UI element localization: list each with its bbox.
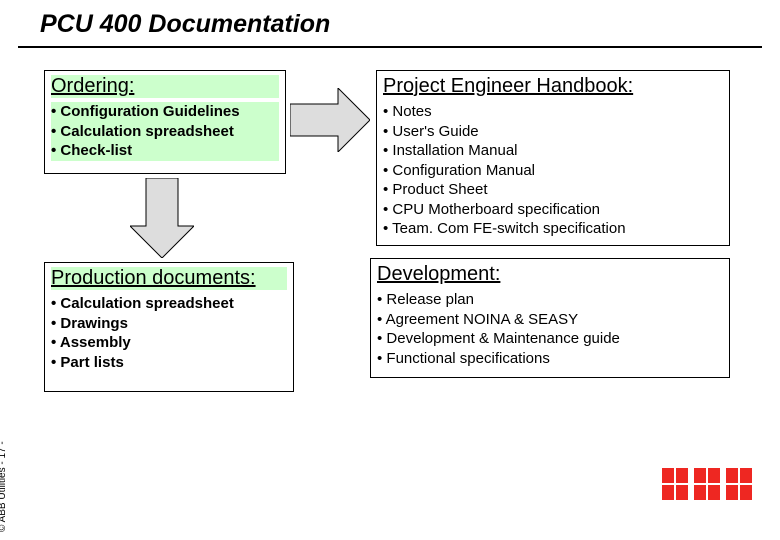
list-item: • CPU Motherboard specification [383, 200, 723, 220]
list-item: • Installation Manual [383, 141, 723, 161]
list-item: • Calculation spreadsheet [51, 294, 287, 314]
list-item: • Check-list [51, 141, 279, 161]
list-item: • Configuration Guidelines [51, 102, 279, 122]
arrow-down-icon [130, 178, 194, 258]
slide-title: PCU 400 Documentation [40, 10, 330, 39]
project-box: Project Engineer Handbook: • Notes • Use… [376, 70, 730, 246]
list-item: • Part lists [51, 353, 287, 373]
production-box: Production documents: • Calculation spre… [44, 262, 294, 392]
list-item: • Release plan [377, 290, 723, 310]
list-item: • Drawings [51, 314, 287, 334]
project-title: Project Engineer Handbook: [383, 75, 723, 98]
list-item: • Development & Maintenance guide [377, 329, 723, 349]
title-underline [18, 46, 762, 48]
arrow-right-icon [290, 88, 370, 152]
list-item: • Functional specifications [377, 349, 723, 369]
list-item: • User's Guide [383, 122, 723, 142]
abb-logo [660, 466, 754, 504]
list-item: • Agreement NOINA & SEASY [377, 310, 723, 330]
ordering-title: Ordering: [51, 75, 279, 98]
list-item: • Product Sheet [383, 180, 723, 200]
ordering-box: Ordering: • Configuration Guidelines • C… [44, 70, 286, 174]
list-item: • Notes [383, 102, 723, 122]
list-item: • Assembly [51, 333, 287, 353]
development-box: Development: • Release plan • Agreement … [370, 258, 730, 378]
list-item: • Calculation spreadsheet [51, 122, 279, 142]
production-title: Production documents: [51, 267, 287, 290]
list-item: • Configuration Manual [383, 161, 723, 181]
development-title: Development: [377, 263, 723, 286]
list-item: • Team. Com FE-switch specification [383, 219, 723, 239]
copyright-text: © ABB Utilities - 17 - [0, 441, 8, 532]
